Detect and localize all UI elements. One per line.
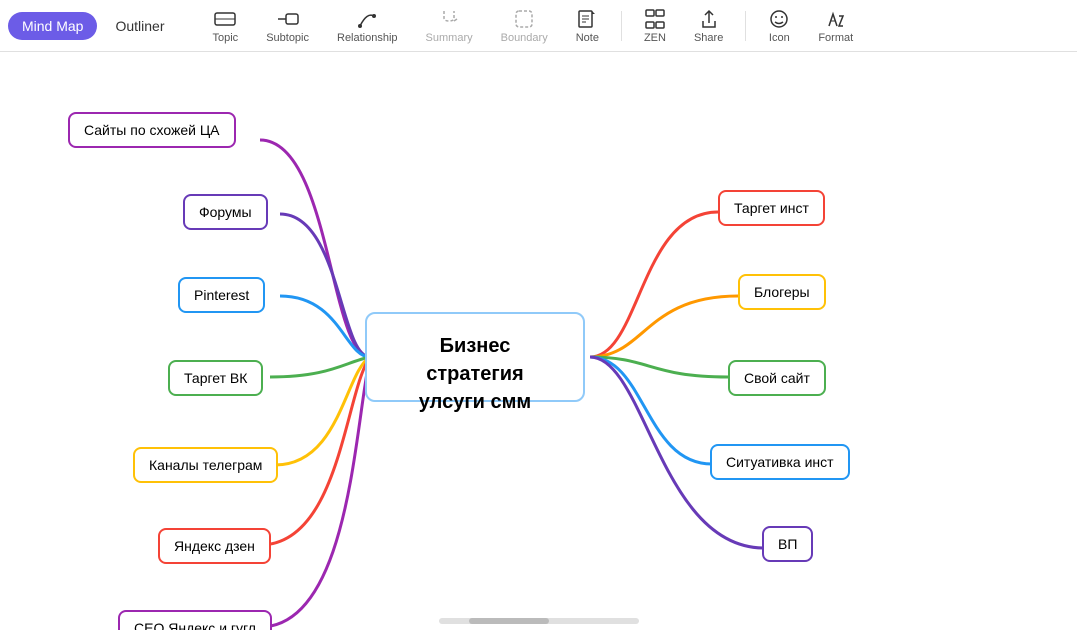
tab-group: Mind Map Outliner bbox=[8, 12, 179, 40]
node-sites[interactable]: Сайты по схожей ЦА bbox=[68, 112, 236, 148]
node-yandex[interactable]: Яндекс дзен bbox=[158, 528, 271, 564]
tool-boundary[interactable]: Boundary bbox=[487, 4, 562, 48]
node-mysite[interactable]: Свой сайт bbox=[728, 360, 826, 396]
subtopic-icon bbox=[277, 8, 299, 30]
scrollbar[interactable] bbox=[439, 618, 639, 624]
zen-icon bbox=[644, 8, 666, 30]
toolbar: Mind Map Outliner Topic Subtopic bbox=[0, 0, 1077, 52]
icon-label: Icon bbox=[769, 32, 790, 44]
format-icon bbox=[825, 8, 847, 30]
tool-share[interactable]: Share bbox=[680, 4, 737, 48]
node-targetvk[interactable]: Таргет ВК bbox=[168, 360, 263, 396]
format-label: Format bbox=[818, 32, 853, 44]
tools-group: Topic Subtopic Relationship bbox=[199, 4, 1070, 48]
share-icon bbox=[698, 8, 720, 30]
center-node[interactable]: Бизнес стратегия улсуги смм bbox=[365, 312, 585, 402]
node-pinterest[interactable]: Pinterest bbox=[178, 277, 265, 313]
topic-label: Topic bbox=[213, 32, 239, 44]
subtopic-label: Subtopic bbox=[266, 32, 309, 44]
tab-outliner[interactable]: Outliner bbox=[101, 12, 178, 40]
tool-icon[interactable]: Icon bbox=[754, 4, 804, 48]
summary-icon bbox=[438, 8, 460, 30]
tool-topic[interactable]: Topic bbox=[199, 4, 253, 48]
note-label: Note bbox=[576, 32, 599, 44]
relationship-label: Relationship bbox=[337, 32, 398, 44]
share-label: Share bbox=[694, 32, 723, 44]
tool-format[interactable]: Format bbox=[804, 4, 867, 48]
tool-zen[interactable]: ZEN bbox=[630, 4, 680, 48]
note-icon bbox=[576, 8, 598, 30]
tool-subtopic[interactable]: Subtopic bbox=[252, 4, 323, 48]
center-line2: улсуги смм bbox=[419, 391, 531, 413]
node-telegram[interactable]: Каналы телеграм bbox=[133, 447, 278, 483]
tool-relationship[interactable]: Relationship bbox=[323, 4, 412, 48]
node-bloggers[interactable]: Блогеры bbox=[738, 274, 826, 310]
scrollbar-thumb[interactable] bbox=[469, 618, 549, 624]
node-seo[interactable]: СЕО Яндекс и гугл bbox=[118, 610, 272, 630]
mindmap-canvas: Бизнес стратегия улсуги смм Сайты по схо… bbox=[0, 52, 1077, 630]
node-forums[interactable]: Форумы bbox=[183, 194, 268, 230]
tab-mindmap[interactable]: Mind Map bbox=[8, 12, 97, 40]
zen-label: ZEN bbox=[644, 32, 666, 44]
tool-note[interactable]: Note bbox=[562, 4, 613, 48]
relationship-icon bbox=[356, 8, 378, 30]
node-vp[interactable]: ВП bbox=[762, 526, 813, 562]
topic-icon bbox=[214, 8, 236, 30]
boundary-label: Boundary bbox=[501, 32, 548, 44]
summary-label: Summary bbox=[426, 32, 473, 44]
node-targetinst[interactable]: Таргет инст bbox=[718, 190, 825, 226]
icon-icon bbox=[768, 8, 790, 30]
node-situativka[interactable]: Ситуативка инст bbox=[710, 444, 850, 480]
boundary-icon bbox=[513, 8, 535, 30]
tool-summary[interactable]: Summary bbox=[412, 4, 487, 48]
center-line1: Бизнес стратегия bbox=[426, 335, 523, 385]
